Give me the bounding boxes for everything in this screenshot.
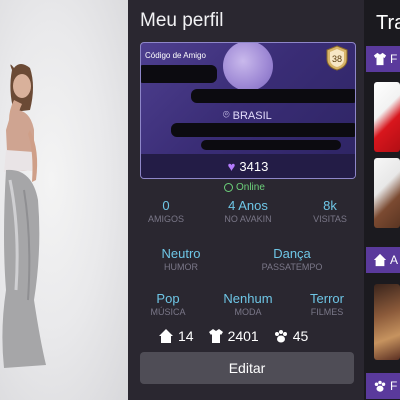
interest-label: FILMES — [310, 307, 344, 317]
country-value: BRASIL — [232, 109, 272, 122]
home-icon — [159, 329, 173, 343]
section-label: F — [390, 379, 398, 393]
stat-value: 0 — [162, 198, 170, 213]
interest-hobby: Dança PASSATEMPO — [248, 246, 336, 272]
interest-label: MODA — [234, 307, 262, 317]
stat-value: 4 Anos — [228, 198, 268, 213]
avatar-scene[interactable] — [0, 0, 128, 400]
stat-label: AMIGOS — [147, 214, 184, 224]
interest-value: Nenhum — [223, 291, 273, 306]
country-label: ⌾ BRASIL — [223, 109, 272, 122]
interest-label: HUMOR — [164, 262, 198, 272]
pets-count[interactable]: 45 — [273, 328, 309, 344]
outfit-thumbnail[interactable] — [374, 158, 400, 228]
stat-label: VISITAS — [313, 214, 347, 224]
interest-value: Neutro — [161, 246, 201, 261]
redacted-text — [191, 89, 355, 103]
stat-years: 4 Anos NO AVAKIN — [210, 198, 286, 224]
friend-code-label: Código de Amigo — [145, 51, 206, 60]
profile-counts: 14 2401 45 — [158, 328, 308, 344]
interest-label: MÚSICA — [150, 307, 186, 317]
shirt-icon — [373, 52, 387, 66]
homes-value: 14 — [178, 328, 194, 344]
online-icon — [224, 183, 233, 192]
stat-visits: 8k VISITAS — [298, 198, 362, 224]
right-title: Tra — [376, 12, 400, 34]
stat-friends[interactable]: 0 AMIGOS — [134, 198, 198, 224]
edit-button[interactable]: Editar — [140, 352, 354, 384]
page-title: Meu perfil — [140, 10, 224, 31]
home-thumbnail[interactable] — [374, 284, 400, 360]
shirt-icon — [208, 329, 223, 343]
location-pin-icon: ⌾ — [223, 109, 230, 121]
paw-icon — [374, 380, 386, 392]
profile-photo[interactable] — [223, 43, 273, 91]
online-label: Online — [236, 182, 265, 193]
right-column: Tra F A F — [364, 0, 400, 400]
gems-bar: ♥ 3413 — [141, 154, 355, 178]
redacted-text — [201, 140, 341, 150]
stat-value: 8k — [323, 198, 337, 213]
interest-value: Terror — [310, 291, 344, 306]
profile-panel: Meu perfil Código de Amigo 38 ⌾ BRASIL ♥… — [128, 0, 364, 400]
interest-value: Dança — [273, 246, 311, 261]
interest-mood: Neutro HUMOR — [148, 246, 214, 272]
level-badge: 38 — [326, 45, 348, 71]
outfit-thumbnail[interactable] — [374, 82, 400, 152]
section-header-1[interactable]: F — [366, 46, 400, 72]
interest-value: Pop — [156, 291, 180, 306]
outfits-value: 2401 — [227, 328, 259, 344]
redacted-text — [171, 123, 355, 137]
section-header-2[interactable]: A — [366, 247, 400, 273]
gems-value: 3413 — [239, 158, 269, 174]
paw-icon — [274, 330, 287, 343]
avatar-figure — [2, 64, 46, 368]
stat-label: NO AVAKIN — [224, 214, 272, 224]
section-label: F — [390, 52, 398, 66]
interest-movies: Terror FILMES — [294, 291, 360, 317]
redacted-text — [141, 65, 217, 83]
outfits-count[interactable]: 2401 — [208, 328, 259, 344]
homes-count[interactable]: 14 — [158, 328, 194, 344]
home-icon — [373, 253, 387, 267]
heart-icon: ♥ — [227, 158, 236, 174]
pets-value: 45 — [292, 328, 309, 344]
interest-label: PASSATEMPO — [261, 262, 323, 272]
level-value: 38 — [332, 54, 342, 64]
online-status: Online — [224, 182, 265, 193]
interest-fashion: Nenhum MODA — [212, 291, 284, 317]
section-header-3[interactable]: F — [366, 373, 400, 399]
interest-music: Pop MÚSICA — [136, 291, 200, 317]
section-label: A — [390, 253, 399, 267]
profile-card[interactable]: Código de Amigo 38 ⌾ BRASIL ♥ 3413 — [140, 42, 356, 179]
